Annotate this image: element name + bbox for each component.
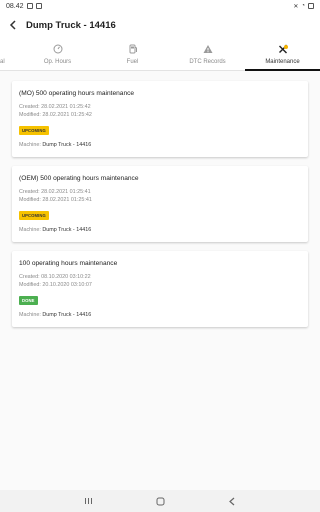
created-date: Created: 28.02.2021 01:25:42 xyxy=(19,104,91,110)
status-badge: DONE xyxy=(19,296,38,305)
mute-icon: ✕ xyxy=(293,3,299,10)
warning-icon xyxy=(202,44,213,55)
tab-op-hours-label: Op. Hours xyxy=(43,58,72,65)
machine-label: Machine: xyxy=(19,312,43,318)
modified-date: Modified: 28.02.2021 01:25:41 xyxy=(19,197,92,203)
tab-bar: ral Op. Hours Fuel DTC Records Maintenan… xyxy=(0,38,320,71)
machine-label: Machine: xyxy=(19,227,43,233)
app-bar: Dump Truck - 14416 xyxy=(0,12,320,38)
machine-info: Machine: Dump Truck - 14416 xyxy=(19,142,301,148)
fuel-icon xyxy=(127,44,138,55)
card-title: (OEM) 500 operating hours maintenance xyxy=(19,175,139,182)
notification-icon xyxy=(35,3,42,9)
status-time: 08.42 xyxy=(6,2,24,10)
back-icon xyxy=(229,497,235,505)
wifi-icon: ◔ xyxy=(301,3,305,9)
maintenance-card[interactable]: (OEM) 500 operating hours maintenance Cr… xyxy=(12,166,308,242)
machine-value: Dump Truck - 14416 xyxy=(42,312,92,318)
tab-general[interactable]: ral xyxy=(0,38,20,70)
tab-dtc-records[interactable]: DTC Records xyxy=(170,38,245,70)
card-title: 100 operating hours maintenance xyxy=(19,260,118,267)
modified-date: Modified: 28.02.2021 01:25:42 xyxy=(19,112,92,118)
maintenance-list: (MO) 500 operating hours maintenance Cre… xyxy=(0,71,320,346)
recents-icon xyxy=(84,498,92,504)
machine-label: Machine: xyxy=(19,142,43,148)
card-title: (MO) 500 operating hours maintenance xyxy=(19,90,135,97)
modified-date: Modified: 20.10.2020 03:10:07 xyxy=(19,282,92,288)
tab-fuel[interactable]: Fuel xyxy=(95,38,170,70)
system-nav-bar xyxy=(0,490,320,512)
tab-maintenance-label: Maintenance xyxy=(265,58,300,65)
chevron-left-icon xyxy=(9,20,16,30)
tab-op-hours[interactable]: Op. Hours xyxy=(20,38,95,70)
tab-fuel-label: Fuel xyxy=(126,58,139,65)
machine-info: Machine: Dump Truck - 14416 xyxy=(19,312,301,318)
notification-dot xyxy=(284,44,288,49)
recents-button[interactable] xyxy=(82,495,94,507)
back-button[interactable] xyxy=(6,18,20,32)
tools-icon xyxy=(277,44,288,55)
status-left: 08.42 xyxy=(6,3,42,10)
tab-maintenance[interactable]: Maintenance xyxy=(245,38,320,71)
status-badge: UPCOMING xyxy=(19,211,49,220)
home-button[interactable] xyxy=(154,495,166,507)
status-badge: UPCOMING xyxy=(19,126,49,135)
created-date: Created: 08.10.2020 03:10:22 xyxy=(19,274,91,280)
machine-value: Dump Truck - 14416 xyxy=(42,227,92,233)
battery-icon xyxy=(308,3,314,9)
notification-icon xyxy=(26,3,33,9)
gauge-icon xyxy=(52,44,63,55)
page-title: Dump Truck - 14416 xyxy=(26,19,116,31)
maintenance-card[interactable]: (MO) 500 operating hours maintenance Cre… xyxy=(12,81,308,157)
maintenance-card[interactable]: 100 operating hours maintenance Created:… xyxy=(12,251,308,327)
tab-dtc-records-label: DTC Records xyxy=(189,58,226,65)
back-nav-button[interactable] xyxy=(226,495,238,507)
machine-value: Dump Truck - 14416 xyxy=(42,142,92,148)
home-icon xyxy=(156,497,164,505)
tab-general-label: ral xyxy=(0,58,5,65)
status-bar: 08.42 ✕ ◔ xyxy=(0,0,320,12)
status-right: ✕ ◔ xyxy=(293,3,314,10)
created-date: Created: 28.02.2021 01:25:41 xyxy=(19,189,91,195)
machine-info: Machine: Dump Truck - 14416 xyxy=(19,227,301,233)
